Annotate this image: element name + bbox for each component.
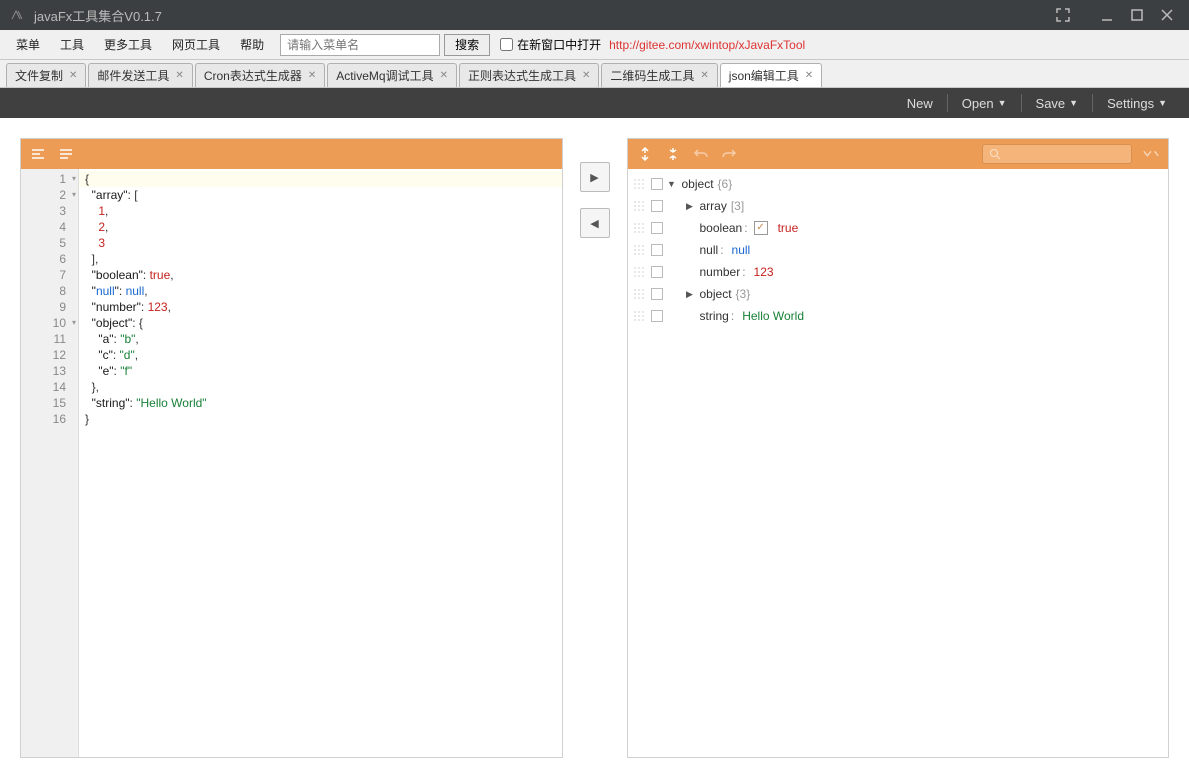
tab-close-icon[interactable]: ✕: [175, 70, 183, 81]
menu-item-1[interactable]: 工具: [50, 32, 94, 57]
new-window-checkbox[interactable]: 在新窗口中打开: [500, 36, 601, 53]
tab-close-icon[interactable]: ✕: [805, 70, 813, 81]
tab-strip: 文件复制✕邮件发送工具✕Cron表达式生成器✕ActiveMq调试工具✕正则表达…: [0, 60, 1189, 88]
format-icon[interactable]: [29, 145, 47, 163]
new-button[interactable]: New: [897, 92, 943, 115]
tab-1[interactable]: 邮件发送工具✕: [88, 63, 192, 87]
workspace: 12345678910111213141516 { "array": [ 1, …: [0, 118, 1189, 778]
redo-icon[interactable]: [720, 145, 738, 163]
transfer-column: ▶ ◀: [575, 138, 615, 758]
menu-search-input[interactable]: [280, 34, 440, 56]
tree-search-input[interactable]: [982, 144, 1132, 164]
disclosure-icon[interactable]: ▶: [684, 195, 696, 217]
tree-row[interactable]: boolean:✓true: [630, 217, 1167, 239]
menu-item-0[interactable]: 菜单: [6, 32, 50, 57]
settings-button[interactable]: Settings▼: [1097, 92, 1177, 115]
new-window-checkbox-input[interactable]: [500, 38, 513, 51]
tab-close-icon[interactable]: ✕: [582, 70, 590, 81]
tab-5[interactable]: 二维码生成工具✕: [601, 63, 717, 87]
json-toolbar: New Open▼ Save▼ Settings▼: [0, 88, 1189, 118]
disclosure-icon[interactable]: ▶: [684, 283, 696, 305]
code-editor[interactable]: 12345678910111213141516 { "array": [ 1, …: [21, 169, 562, 757]
filter-dropdown-icon[interactable]: [1142, 145, 1160, 163]
menu-item-2[interactable]: 更多工具: [94, 32, 162, 57]
menu-item-4[interactable]: 帮助: [230, 32, 274, 57]
disclosure-icon[interactable]: ▼: [666, 173, 678, 195]
tree-row[interactable]: ▶array [3]: [630, 195, 1167, 217]
menubar: 菜单 工具 更多工具 网页工具 帮助 搜索 在新窗口中打开 http://git…: [0, 30, 1189, 60]
tab-3[interactable]: ActiveMq调试工具✕: [327, 63, 457, 87]
window-title: javaFx工具集合V0.1.7: [34, 6, 162, 25]
expand-all-icon[interactable]: [636, 145, 654, 163]
menu-item-3[interactable]: 网页工具: [162, 32, 230, 57]
to-tree-button[interactable]: ▶: [580, 162, 610, 192]
tree-row[interactable]: string:Hello World: [630, 305, 1167, 327]
tab-close-icon[interactable]: ✕: [308, 70, 316, 81]
tab-close-icon[interactable]: ✕: [700, 70, 708, 81]
collapse-all-icon[interactable]: [664, 145, 682, 163]
titlebar: javaFx工具集合V0.1.7: [0, 0, 1189, 30]
open-button[interactable]: Open▼: [952, 92, 1017, 115]
boolean-checkbox[interactable]: ✓: [754, 221, 768, 235]
tab-close-icon[interactable]: ✕: [69, 70, 77, 81]
tree-panel: ▼object {6}▶array [3]boolean:✓truenull:n…: [627, 138, 1170, 758]
app-icon: [10, 7, 26, 23]
tab-2[interactable]: Cron表达式生成器✕: [195, 63, 325, 87]
tree-view[interactable]: ▼object {6}▶array [3]boolean:✓truenull:n…: [628, 169, 1169, 757]
compact-icon[interactable]: [57, 145, 75, 163]
tree-row[interactable]: ▼object {6}: [630, 173, 1167, 195]
tree-row[interactable]: number:123: [630, 261, 1167, 283]
tree-row[interactable]: null:null: [630, 239, 1167, 261]
fullscreen-icon[interactable]: [1051, 3, 1075, 27]
search-button[interactable]: 搜索: [444, 34, 490, 56]
tab-6[interactable]: json编辑工具✕: [720, 63, 822, 87]
project-link[interactable]: http://gitee.com/xwintop/xJavaFxTool: [609, 38, 805, 52]
code-panel-header: [21, 139, 562, 169]
undo-icon[interactable]: [692, 145, 710, 163]
tab-close-icon[interactable]: ✕: [440, 70, 448, 81]
code-panel: 12345678910111213141516 { "array": [ 1, …: [20, 138, 563, 758]
minimize-icon[interactable]: [1095, 3, 1119, 27]
close-icon[interactable]: [1155, 3, 1179, 27]
tab-4[interactable]: 正则表达式生成工具✕: [459, 63, 599, 87]
save-button[interactable]: Save▼: [1026, 92, 1089, 115]
tree-panel-header: [628, 139, 1169, 169]
maximize-icon[interactable]: [1125, 3, 1149, 27]
tree-row[interactable]: ▶object {3}: [630, 283, 1167, 305]
to-code-button[interactable]: ◀: [580, 208, 610, 238]
tab-0[interactable]: 文件复制✕: [6, 63, 86, 87]
